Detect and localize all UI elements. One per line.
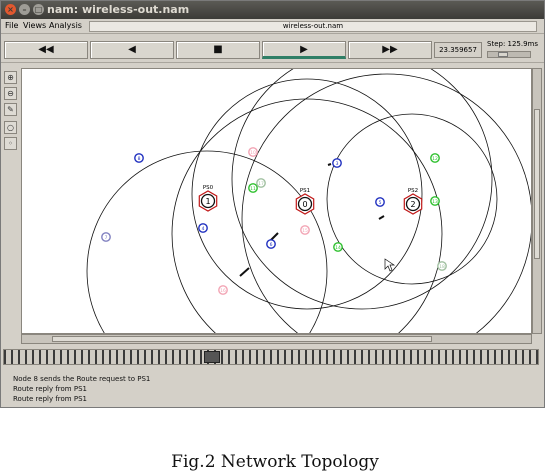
menu-file[interactable]: File xyxy=(5,21,18,30)
mouse-cursor-icon xyxy=(384,258,396,272)
mobile-node[interactable]: 3 xyxy=(332,158,342,168)
figure-caption: Fig.2 Network Topology xyxy=(171,452,379,472)
node-label: 18 xyxy=(439,264,445,270)
node-label: 5 xyxy=(379,200,382,206)
step-label: Step: 125.9ms xyxy=(487,40,539,48)
node-label: 13 xyxy=(432,199,438,205)
horizontal-scrollbar[interactable] xyxy=(21,334,532,344)
mobile-node[interactable]: 4 xyxy=(198,223,208,233)
edit-toolbar: ⊕ ⊖ ✎ ○ ◦ xyxy=(2,65,20,345)
rewind-button[interactable]: ◀◀ xyxy=(4,41,88,59)
node-label: 14 xyxy=(335,245,341,251)
node-tag: PS1 xyxy=(300,188,310,194)
mobile-node[interactable]: 16 xyxy=(218,285,228,295)
step-back-button[interactable]: ◀ xyxy=(90,41,174,59)
close-button[interactable]: × xyxy=(5,4,16,15)
mobile-node[interactable]: 6 xyxy=(266,239,276,249)
mobile-node[interactable]: 15 xyxy=(300,225,310,235)
mobile-node[interactable]: 13 xyxy=(430,196,440,206)
node-tag: PS0 xyxy=(203,185,214,191)
topology-svg: 1 PS0 0 PS1 2 PS2 8 3 5 4 6 7 11 12 13 14 10 15 16 17 18 xyxy=(86,69,531,333)
file-name-field: wireless-out.nam xyxy=(89,21,537,32)
packet-mark xyxy=(378,215,385,220)
node-icon[interactable]: ○ xyxy=(4,121,17,134)
step-slider-knob[interactable] xyxy=(498,52,508,57)
packet-mark xyxy=(239,267,250,277)
fast-forward-button[interactable]: ▶▶ xyxy=(348,41,432,59)
mobile-node[interactable]: 5 xyxy=(375,197,385,207)
node-label: 8 xyxy=(138,156,141,162)
edit-icon[interactable]: ✎ xyxy=(4,103,17,116)
annotation-panel: Node 8 sends the Route request to PS1 Ro… xyxy=(11,371,543,407)
node-label: 16 xyxy=(220,288,226,294)
node-tag: PS2 xyxy=(408,188,418,194)
annotation-line[interactable]: Route reply from PS1 xyxy=(13,385,87,393)
step-slider[interactable] xyxy=(487,51,531,58)
range-circle xyxy=(241,73,531,333)
horizontal-scroll-thumb[interactable] xyxy=(52,336,432,342)
mobile-node[interactable]: 17 xyxy=(256,178,266,188)
annotation-line[interactable]: Node 8 sends the Route request to PS1 xyxy=(13,375,150,383)
zoom-in-icon[interactable]: ⊕ xyxy=(4,71,17,84)
node-label: 1 xyxy=(205,197,210,206)
node-label: 6 xyxy=(270,242,273,248)
node-label: 0 xyxy=(302,200,307,209)
link-icon[interactable]: ◦ xyxy=(4,137,17,150)
time-slider-marker[interactable] xyxy=(204,351,220,363)
time-slider[interactable] xyxy=(3,349,539,365)
title-bar: × – □ nam: wireless-out.nam xyxy=(1,1,544,19)
node-label: 17 xyxy=(258,181,264,187)
vertical-scroll-thumb[interactable] xyxy=(534,109,540,259)
vertical-scrollbar[interactable] xyxy=(532,68,542,334)
range-circle xyxy=(231,69,493,310)
time-display: 23.359657 xyxy=(434,42,482,58)
mobile-node[interactable]: 10 xyxy=(248,147,258,157)
mobile-node[interactable]: 18 xyxy=(437,261,447,271)
annotation-line[interactable]: Route reply from PS1 xyxy=(13,395,87,403)
node-layer: 1 PS0 0 PS1 2 PS2 8 3 5 4 6 7 11 12 13 14 10 15 16 17 18 xyxy=(101,147,447,295)
menu-bar: File Views Analysis wireless-out.nam xyxy=(1,19,544,34)
node-label: 3 xyxy=(336,161,339,167)
range-circle xyxy=(86,150,328,333)
network-canvas[interactable]: 1 PS0 0 PS1 2 PS2 8 3 5 4 6 7 11 12 13 14 10 15 16 17 18 xyxy=(21,68,532,334)
mobile-node[interactable]: 7 xyxy=(101,232,111,242)
node-label: 12 xyxy=(432,156,438,162)
minimize-button[interactable]: – xyxy=(19,4,30,15)
zoom-out-icon[interactable]: ⊖ xyxy=(4,87,17,100)
node-label: 4 xyxy=(202,226,205,232)
node-label: 7 xyxy=(105,235,108,241)
mobile-node[interactable]: 8 xyxy=(134,153,144,163)
mobile-node[interactable]: 12 xyxy=(430,153,440,163)
server-node[interactable]: 0 PS1 xyxy=(295,188,315,215)
range-circle xyxy=(191,78,423,310)
node-label: 11 xyxy=(250,186,256,192)
play-button[interactable]: ▶ xyxy=(262,41,346,59)
playback-controls: ◀◀ ◀ ■ ▶ ▶▶ 23.359657 Step: 125.9ms xyxy=(1,35,544,63)
mobile-node[interactable]: 14 xyxy=(333,242,343,252)
mobile-node[interactable]: 11 xyxy=(248,183,258,193)
packet-mark xyxy=(327,163,332,166)
stop-button[interactable]: ■ xyxy=(176,41,260,59)
menu-views[interactable]: Views xyxy=(23,21,46,30)
menu-analysis[interactable]: Analysis xyxy=(49,21,82,30)
maximize-button[interactable]: □ xyxy=(33,4,44,15)
node-label: 2 xyxy=(410,200,415,209)
node-label: 10 xyxy=(250,150,256,156)
server-node[interactable]: 2 PS2 xyxy=(403,188,423,215)
window-title: nam: wireless-out.nam xyxy=(47,3,190,16)
nam-window: × – □ nam: wireless-out.nam File Views A… xyxy=(0,0,545,408)
range-circle xyxy=(171,98,443,333)
server-node[interactable]: 1 PS0 xyxy=(198,185,218,212)
node-label: 15 xyxy=(302,228,308,234)
